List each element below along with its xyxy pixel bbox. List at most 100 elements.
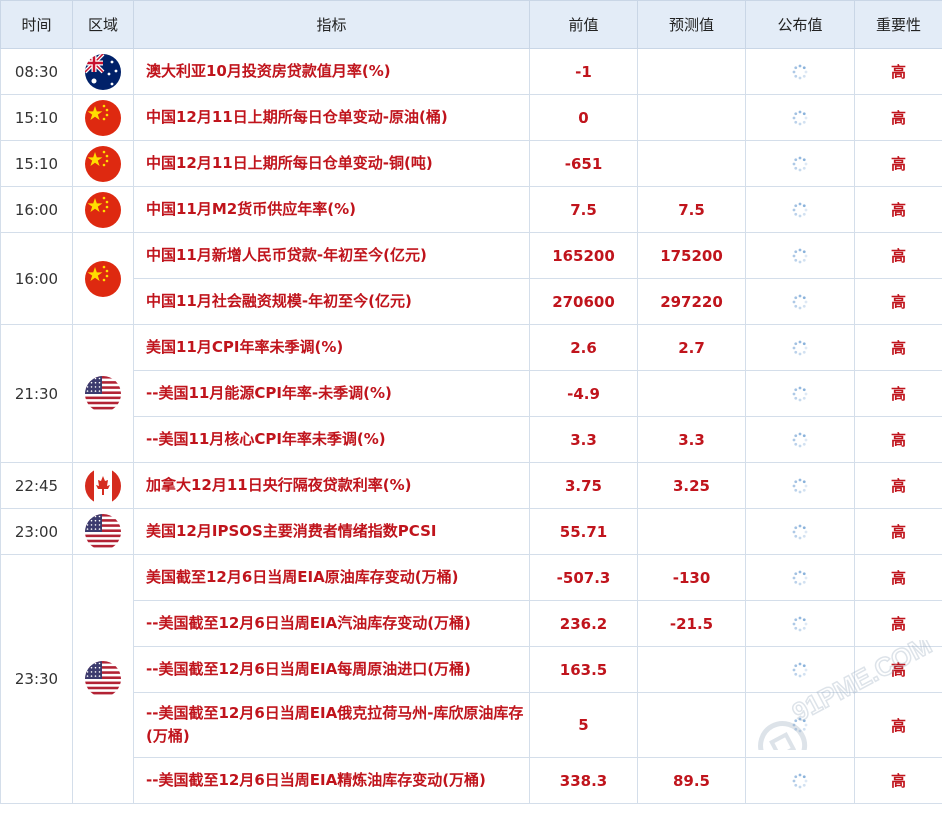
- loading-spinner-icon: [791, 154, 809, 172]
- forecast-value: -21.5: [637, 600, 746, 647]
- previous-value: -1: [529, 48, 638, 95]
- indicator-name[interactable]: 美国11月CPI年率未季调(%): [133, 324, 530, 371]
- indicator-name[interactable]: --美国截至12月6日当周EIA俄克拉荷马州-库欣原油库存(万桶): [133, 692, 530, 758]
- actual-value: [745, 554, 855, 601]
- header-row: 时间 区域 指标 前值 预测值 公布值 重要性: [0, 0, 942, 49]
- table-row: 15:10 中国12月11日上期所每日仓单变动-原油(桶) 0 高: [0, 94, 942, 141]
- time-cell: 15:10: [0, 140, 73, 187]
- header-forecast: 预测值: [637, 0, 746, 49]
- time-cell: 23:00: [0, 508, 73, 555]
- loading-spinner-icon: [791, 522, 809, 540]
- table-row: 中国11月社会融资规模-年初至今(亿元) 270600 297220 高: [1, 278, 942, 325]
- loading-spinner-icon: [791, 771, 809, 789]
- actual-value: [745, 278, 855, 325]
- forecast-value: [637, 508, 746, 555]
- time-cell: 08:30: [0, 48, 73, 95]
- actual-value: [745, 646, 855, 693]
- importance-badge: 高: [854, 370, 942, 417]
- header-importance: 重要性: [854, 0, 942, 49]
- loading-spinner-icon: [791, 338, 809, 356]
- indicator-name[interactable]: --美国11月核心CPI年率未季调(%): [133, 416, 530, 463]
- usa-flag-icon: [85, 375, 121, 412]
- importance-badge: 高: [854, 278, 942, 325]
- forecast-value: [637, 692, 746, 758]
- forecast-value: 3.3: [637, 416, 746, 463]
- indicator-name[interactable]: 中国11月新增人民币贷款-年初至今(亿元): [133, 232, 530, 279]
- forecast-value: 3.25: [637, 462, 746, 509]
- header-actual: 公布值: [745, 0, 855, 49]
- previous-value: 165200: [529, 232, 638, 279]
- importance-badge: 高: [854, 48, 942, 95]
- importance-badge: 高: [854, 554, 942, 601]
- table-row: --美国截至12月6日当周EIA每周原油进口(万桶) 163.5 高: [1, 646, 942, 693]
- importance-badge: 高: [854, 186, 942, 233]
- indicator-name[interactable]: 中国12月11日上期所每日仓单变动-原油(桶): [133, 94, 530, 141]
- table-row: --美国截至12月6日当周EIA汽油库存变动(万桶) 236.2 -21.5 高: [1, 600, 942, 647]
- importance-badge: 高: [854, 757, 942, 804]
- actual-value: [745, 232, 855, 279]
- actual-value: [745, 462, 855, 509]
- loading-spinner-icon: [791, 384, 809, 402]
- table-row: 21:30 美国11月CPI年率未季调(%) 2.6 2.7 高: [0, 324, 942, 463]
- previous-value: 7.5: [529, 186, 638, 233]
- forecast-value: 175200: [637, 232, 746, 279]
- actual-value: [745, 508, 855, 555]
- previous-value: 270600: [529, 278, 638, 325]
- actual-value: [745, 140, 855, 187]
- table-row: 16:00 中国11月M2货币供应年率(%) 7.5 7.5 高: [0, 186, 942, 233]
- indicator-name[interactable]: --美国截至12月6日当周EIA精炼油库存变动(万桶): [133, 757, 530, 804]
- importance-badge: 高: [854, 324, 942, 371]
- loading-spinner-icon: [791, 660, 809, 678]
- table-row: 23:00 美国12月IPSOS主要消费者情绪指数PCSI 55.71 高: [0, 508, 942, 555]
- importance-badge: 高: [854, 508, 942, 555]
- loading-spinner-icon: [791, 430, 809, 448]
- indicator-name[interactable]: --美国截至12月6日当周EIA汽油库存变动(万桶): [133, 600, 530, 647]
- australia-flag-icon: [85, 53, 121, 90]
- actual-value: [745, 416, 855, 463]
- loading-spinner-icon: [791, 614, 809, 632]
- indicator-name[interactable]: 澳大利亚10月投资房贷款值月率(%): [133, 48, 530, 95]
- indicator-name[interactable]: 中国12月11日上期所每日仓单变动-铜(吨): [133, 140, 530, 187]
- indicator-name[interactable]: --美国11月能源CPI年率-未季调(%): [133, 370, 530, 417]
- previous-value: 163.5: [529, 646, 638, 693]
- indicator-name[interactable]: 美国截至12月6日当周EIA原油库存变动(万桶): [133, 554, 530, 601]
- actual-value: [745, 600, 855, 647]
- table-row: 15:10 中国12月11日上期所每日仓单变动-铜(吨) -651 高: [0, 140, 942, 187]
- importance-badge: 高: [854, 416, 942, 463]
- forecast-value: 297220: [637, 278, 746, 325]
- previous-value: -4.9: [529, 370, 638, 417]
- importance-badge: 高: [854, 232, 942, 279]
- previous-value: -507.3: [529, 554, 638, 601]
- indicator-name[interactable]: 中国11月社会融资规模-年初至今(亿元): [133, 278, 530, 325]
- importance-badge: 高: [854, 646, 942, 693]
- time-cell: 16:00: [0, 186, 73, 233]
- importance-badge: 高: [854, 600, 942, 647]
- header-previous: 前值: [529, 0, 638, 49]
- previous-value: 5: [529, 692, 638, 758]
- actual-value: [745, 48, 855, 95]
- previous-value: 236.2: [529, 600, 638, 647]
- time-cell: 22:45: [0, 462, 73, 509]
- loading-spinner-icon: [791, 716, 809, 734]
- loading-spinner-icon: [791, 62, 809, 80]
- indicator-name[interactable]: 美国12月IPSOS主要消费者情绪指数PCSI: [133, 508, 530, 555]
- region-cell: [72, 94, 134, 141]
- china-flag-icon: [85, 145, 121, 182]
- loading-spinner-icon: [791, 108, 809, 126]
- forecast-value: [637, 646, 746, 693]
- forecast-value: 89.5: [637, 757, 746, 804]
- economic-calendar-table: 时间 区域 指标 前值 预测值 公布值 重要性 08:30 澳大利亚10月投资房贷…: [0, 0, 942, 804]
- indicator-name[interactable]: 加拿大12月11日央行隔夜贷款利率(%): [133, 462, 530, 509]
- usa-flag-icon: [85, 661, 121, 697]
- region-cell: [72, 508, 134, 555]
- region-cell: [72, 324, 134, 463]
- loading-spinner-icon: [791, 292, 809, 310]
- importance-badge: 高: [854, 140, 942, 187]
- table-row: 16:00 中国11月新增人民币贷款-年初至今(亿元) 165200 175200 高: [0, 232, 942, 325]
- indicator-name[interactable]: --美国截至12月6日当周EIA每周原油进口(万桶): [133, 646, 530, 693]
- region-cell: [72, 186, 134, 233]
- forecast-value: [637, 370, 746, 417]
- time-cell: 16:00: [0, 232, 73, 325]
- indicator-name[interactable]: 中国11月M2货币供应年率(%): [133, 186, 530, 233]
- table-row: --美国截至12月6日当周EIA俄克拉荷马州-库欣原油库存(万桶) 5 高: [1, 692, 942, 758]
